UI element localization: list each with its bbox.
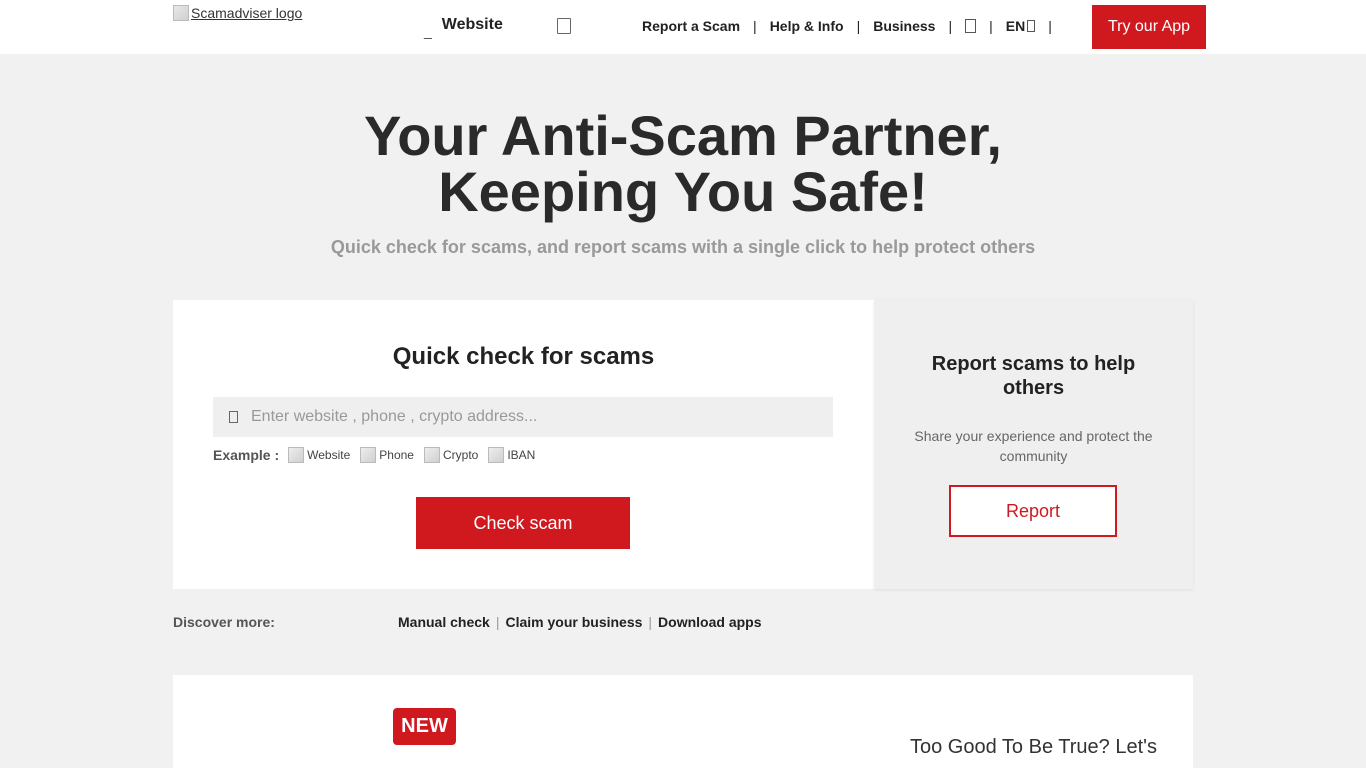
search-type-select[interactable]: _ Website [424,16,503,39]
discover-separator: | [648,614,653,630]
nav-help-info[interactable]: Help & Info [770,18,844,34]
example-website[interactable]: Website [288,447,350,463]
promo-card: NEW Too Good To Be True? Let's [173,675,1193,768]
nav-separator: | [753,18,757,34]
user-icon[interactable] [965,19,977,33]
new-badge: NEW [393,708,456,745]
discover-links: Manual check | Claim your business | Dow… [398,614,762,630]
hero-subtitle: Quick check for scams, and report scams … [330,237,1036,257]
example-iban[interactable]: IBAN [488,447,535,463]
examples-label: Example : [213,447,280,463]
hero-title: Your Anti-Scam Partner, Keeping You Safe… [0,108,1366,220]
discover-claim-business[interactable]: Claim your business [505,614,642,630]
example-label: IBAN [507,448,536,462]
logo-image-icon [173,5,189,21]
main-nav: Report a Scam | Help & Info | Business |… [642,18,1065,34]
nav-separator: | [989,18,993,34]
promo-teaser: Too Good To Be True? Let's [910,736,1157,758]
scam-search-box [213,397,833,437]
examples-row: Example : Website Phone Crypto IBAN [213,447,545,463]
example-label: Crypto [442,448,479,462]
site-logo[interactable]: Scamadviser logo [173,5,302,21]
quick-check-title: Quick check for scams [392,343,655,370]
phone-icon [360,447,377,463]
discover-manual-check[interactable]: Manual check [398,614,490,630]
hero-title-line-2: Keeping You Safe! [438,160,928,223]
search-type-mark: _ [424,23,432,39]
example-crypto[interactable]: Crypto [423,447,479,463]
search-type-label: Website [441,16,503,33]
nav-separator: | [948,18,953,34]
language-selector[interactable]: EN [1005,18,1036,34]
chevron-down-icon [1027,20,1036,32]
report-card: Report scams to help others Share your e… [874,300,1193,589]
bank-icon [488,447,505,463]
try-app-button[interactable]: Try our App [1092,5,1206,49]
report-button[interactable]: Report [949,485,1117,537]
site-header: Scamadviser logo _ Website Report a Scam… [0,0,1366,54]
search-icon [229,411,238,423]
discover-label: Discover more: [173,614,275,630]
nav-business[interactable]: Business [873,18,935,34]
nav-separator: | [856,18,861,34]
nav-separator: | [1048,18,1052,34]
check-scam-button[interactable]: Check scam [416,497,630,549]
language-code: EN [1005,18,1026,34]
quick-check-card: Quick check for scams Example : Website … [173,300,874,589]
report-description: Share your experience and protect the co… [914,428,1153,464]
crypto-icon [423,447,440,463]
globe-icon [288,447,305,463]
example-phone[interactable]: Phone [360,447,414,463]
report-title: Report scams to help others [931,353,1136,399]
discover-separator: | [495,614,500,630]
logo-alt-text: Scamadviser logo [191,5,303,21]
search-icon[interactable] [557,18,571,34]
example-label: Phone [379,448,414,462]
nav-report-scam[interactable]: Report a Scam [642,18,740,34]
scam-search-input[interactable] [251,408,833,426]
example-label: Website [307,448,351,462]
discover-download-apps[interactable]: Download apps [658,614,761,630]
hero-title-line-1: Your Anti-Scam Partner, [364,104,1002,167]
